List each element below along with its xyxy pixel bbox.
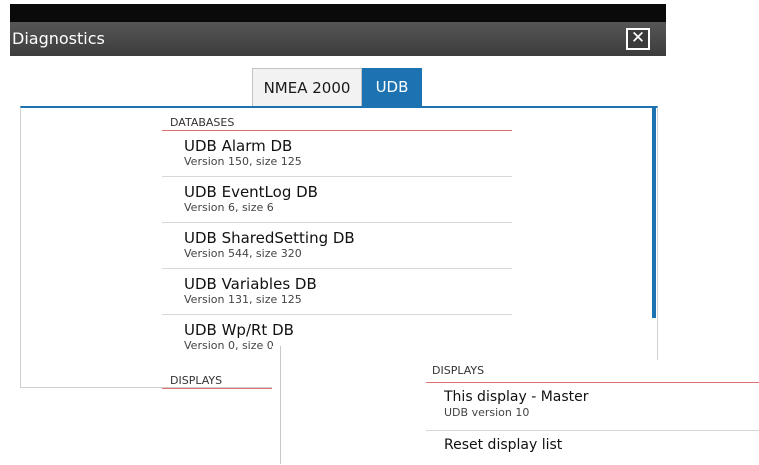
list-item-this-display[interactable]: This display - Master UDB version 10 (426, 383, 759, 431)
item-subtitle: Version 131, size 125 (184, 293, 302, 306)
close-icon: ✕ (630, 28, 646, 48)
reset-display-list-button[interactable]: Reset display list (426, 431, 759, 465)
item-title: UDB SharedSetting DB (184, 229, 355, 247)
displays-underlay: DISPLAYS (162, 374, 272, 389)
list-item-sharedsetting-db[interactable]: UDB SharedSetting DB Version 544, size 3… (162, 223, 512, 269)
tab-udb[interactable]: UDB (362, 68, 422, 106)
item-subtitle: UDB version 10 (444, 406, 530, 419)
list-item-eventlog-db[interactable]: UDB EventLog DB Version 6, size 6 (162, 177, 512, 223)
list-item-variables-db[interactable]: UDB Variables DB Version 131, size 125 (162, 269, 512, 315)
item-title: This display - Master (444, 389, 589, 405)
top-strip (10, 4, 666, 22)
section-header-displays: DISPLAYS (426, 360, 759, 383)
title-bar: Diagnostics ✕ (10, 22, 666, 56)
item-subtitle: Version 6, size 6 (184, 201, 274, 214)
section-header-databases: DATABASES (162, 116, 512, 131)
item-subtitle: Version 0, size 0 (184, 339, 274, 352)
scrollbar[interactable] (652, 108, 656, 318)
item-title: UDB Variables DB (184, 275, 317, 293)
item-title: Reset display list (444, 437, 563, 453)
item-title: UDB Wp/Rt DB (184, 321, 294, 339)
displays-list: DISPLAYS This display - Master UDB versi… (426, 360, 759, 465)
close-button[interactable]: ✕ (626, 28, 650, 50)
item-title: UDB EventLog DB (184, 183, 318, 201)
list-item-wprt-db[interactable]: UDB Wp/Rt DB Version 0, size 0 (162, 315, 512, 361)
list-item-alarm-db[interactable]: UDB Alarm DB Version 150, size 125 (162, 131, 512, 177)
section-header-displays-underlay: DISPLAYS (162, 374, 272, 389)
item-subtitle: Version 544, size 320 (184, 247, 302, 260)
item-title: UDB Alarm DB (184, 137, 293, 155)
window-title: Diagnostics (12, 29, 105, 48)
database-list: DATABASES UDB Alarm DB Version 150, size… (162, 116, 512, 361)
tab-nmea-2000[interactable]: NMEA 2000 (252, 68, 362, 106)
item-subtitle: Version 150, size 125 (184, 155, 302, 168)
